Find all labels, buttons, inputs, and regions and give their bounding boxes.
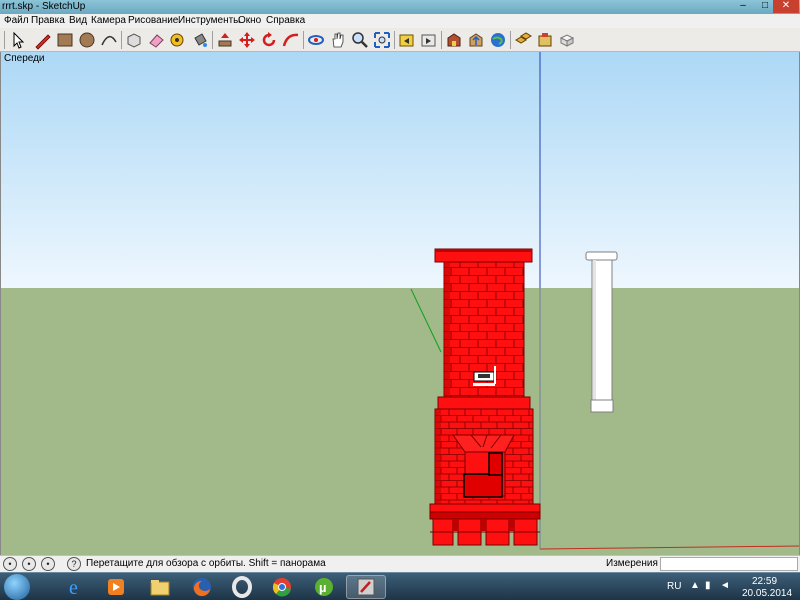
input-language[interactable]: RU xyxy=(667,581,681,592)
help-icon[interactable]: ? xyxy=(67,557,81,571)
zoom-icon[interactable] xyxy=(350,30,370,50)
select-icon[interactable] xyxy=(8,30,28,50)
share-model-icon[interactable] xyxy=(466,30,486,50)
red-axis xyxy=(539,545,799,550)
taskbar: e µ RU ▲ ▮ ◄ 22:59 20.05.2014 xyxy=(0,572,800,600)
rectangle-icon[interactable] xyxy=(55,30,75,50)
toolbar-separator xyxy=(510,31,511,49)
follow-me-icon[interactable] xyxy=(281,30,301,50)
drawing-viewport[interactable]: Спереди xyxy=(0,52,800,555)
tape-measure-icon[interactable] xyxy=(168,30,188,50)
3d-warehouse-icon[interactable] xyxy=(444,30,464,50)
menu-tools[interactable]: Инструменты xyxy=(178,14,240,28)
utorrent-icon[interactable]: µ xyxy=(304,575,344,599)
title-bar[interactable]: rrrt.skp - SketchUp – □ ✕ xyxy=(0,0,800,14)
menu-help[interactable]: Справка xyxy=(266,14,305,28)
next-view-icon[interactable] xyxy=(419,30,439,50)
toolbar-grip xyxy=(4,31,5,49)
push-pull-icon[interactable] xyxy=(215,30,235,50)
layout-icon[interactable] xyxy=(557,30,577,50)
move-icon[interactable] xyxy=(237,30,257,50)
minimize-button[interactable]: – xyxy=(732,0,754,13)
extension-warehouse-icon[interactable] xyxy=(535,30,555,50)
user-account-icon[interactable]: • xyxy=(41,557,55,571)
menu-file[interactable]: Файл xyxy=(4,14,29,28)
main-toolbar xyxy=(0,28,800,52)
circle-icon[interactable] xyxy=(77,30,97,50)
menu-edit[interactable]: Правка xyxy=(31,14,65,28)
close-button[interactable]: ✕ xyxy=(773,0,799,13)
pencil-line-icon[interactable] xyxy=(33,30,53,50)
geo-location-icon[interactable]: • xyxy=(3,557,17,571)
previous-view-icon[interactable] xyxy=(397,30,417,50)
toolbar-separator xyxy=(121,31,122,49)
toolbar-separator xyxy=(394,31,395,49)
orbit-icon[interactable] xyxy=(306,30,326,50)
menu-bar: Файл Правка Вид Камера Рисование Инструм… xyxy=(0,14,800,28)
status-hint: Перетащите для обзора с орбиты. Shift = … xyxy=(86,558,326,569)
pan-icon[interactable] xyxy=(328,30,348,50)
green-axis xyxy=(410,288,442,353)
svg-text:µ: µ xyxy=(319,580,327,595)
sketchup-icon[interactable] xyxy=(346,575,386,599)
google-earth-icon[interactable] xyxy=(488,30,508,50)
svg-text:e: e xyxy=(69,577,78,598)
chimney-pipe xyxy=(585,251,618,413)
internet-explorer-icon[interactable]: e xyxy=(56,575,96,599)
menu-camera[interactable]: Камера xyxy=(91,14,126,28)
toolbar-separator xyxy=(441,31,442,49)
toolbar-separator xyxy=(303,31,304,49)
eraser-icon[interactable] xyxy=(146,30,166,50)
network-icon[interactable]: ▮ xyxy=(705,581,715,591)
credits-icon[interactable]: • xyxy=(22,557,36,571)
file-explorer-icon[interactable] xyxy=(140,575,180,599)
measurements-input[interactable] xyxy=(660,557,798,571)
chrome-icon[interactable] xyxy=(262,575,302,599)
components-icon[interactable] xyxy=(513,30,533,50)
stove-lower xyxy=(434,396,534,505)
opera-icon[interactable] xyxy=(222,575,262,599)
rotate-icon[interactable] xyxy=(259,30,279,50)
window-title: rrrt.skp - SketchUp xyxy=(2,1,86,12)
screen: rrrt.skp - SketchUp – □ ✕ Файл Правка Ви… xyxy=(0,0,800,600)
arc-icon[interactable] xyxy=(99,30,119,50)
volume-icon[interactable]: ◄ xyxy=(720,581,730,591)
status-bar: • • • ? Перетащите для обзора с орбиты. … xyxy=(0,555,800,572)
media-player-icon[interactable] xyxy=(96,575,136,599)
menu-window[interactable]: Окно xyxy=(238,14,261,28)
start-button[interactable] xyxy=(4,574,30,600)
toolbar-separator xyxy=(212,31,213,49)
menu-draw[interactable]: Рисование xyxy=(128,14,178,28)
clock-time[interactable]: 22:59 xyxy=(752,576,777,587)
measurements-label: Измерения xyxy=(606,558,658,569)
stove-upper xyxy=(434,248,533,403)
model-scene xyxy=(410,52,799,550)
tray-arrow-icon[interactable]: ▲ xyxy=(690,581,700,591)
firefox-icon[interactable] xyxy=(182,575,222,599)
make-component-icon[interactable] xyxy=(124,30,144,50)
stove-base xyxy=(429,503,541,546)
paint-bucket-icon[interactable] xyxy=(190,30,210,50)
menu-view[interactable]: Вид xyxy=(69,14,87,28)
zoom-extents-icon[interactable] xyxy=(372,30,392,50)
clock-date[interactable]: 20.05.2014 xyxy=(742,588,792,599)
